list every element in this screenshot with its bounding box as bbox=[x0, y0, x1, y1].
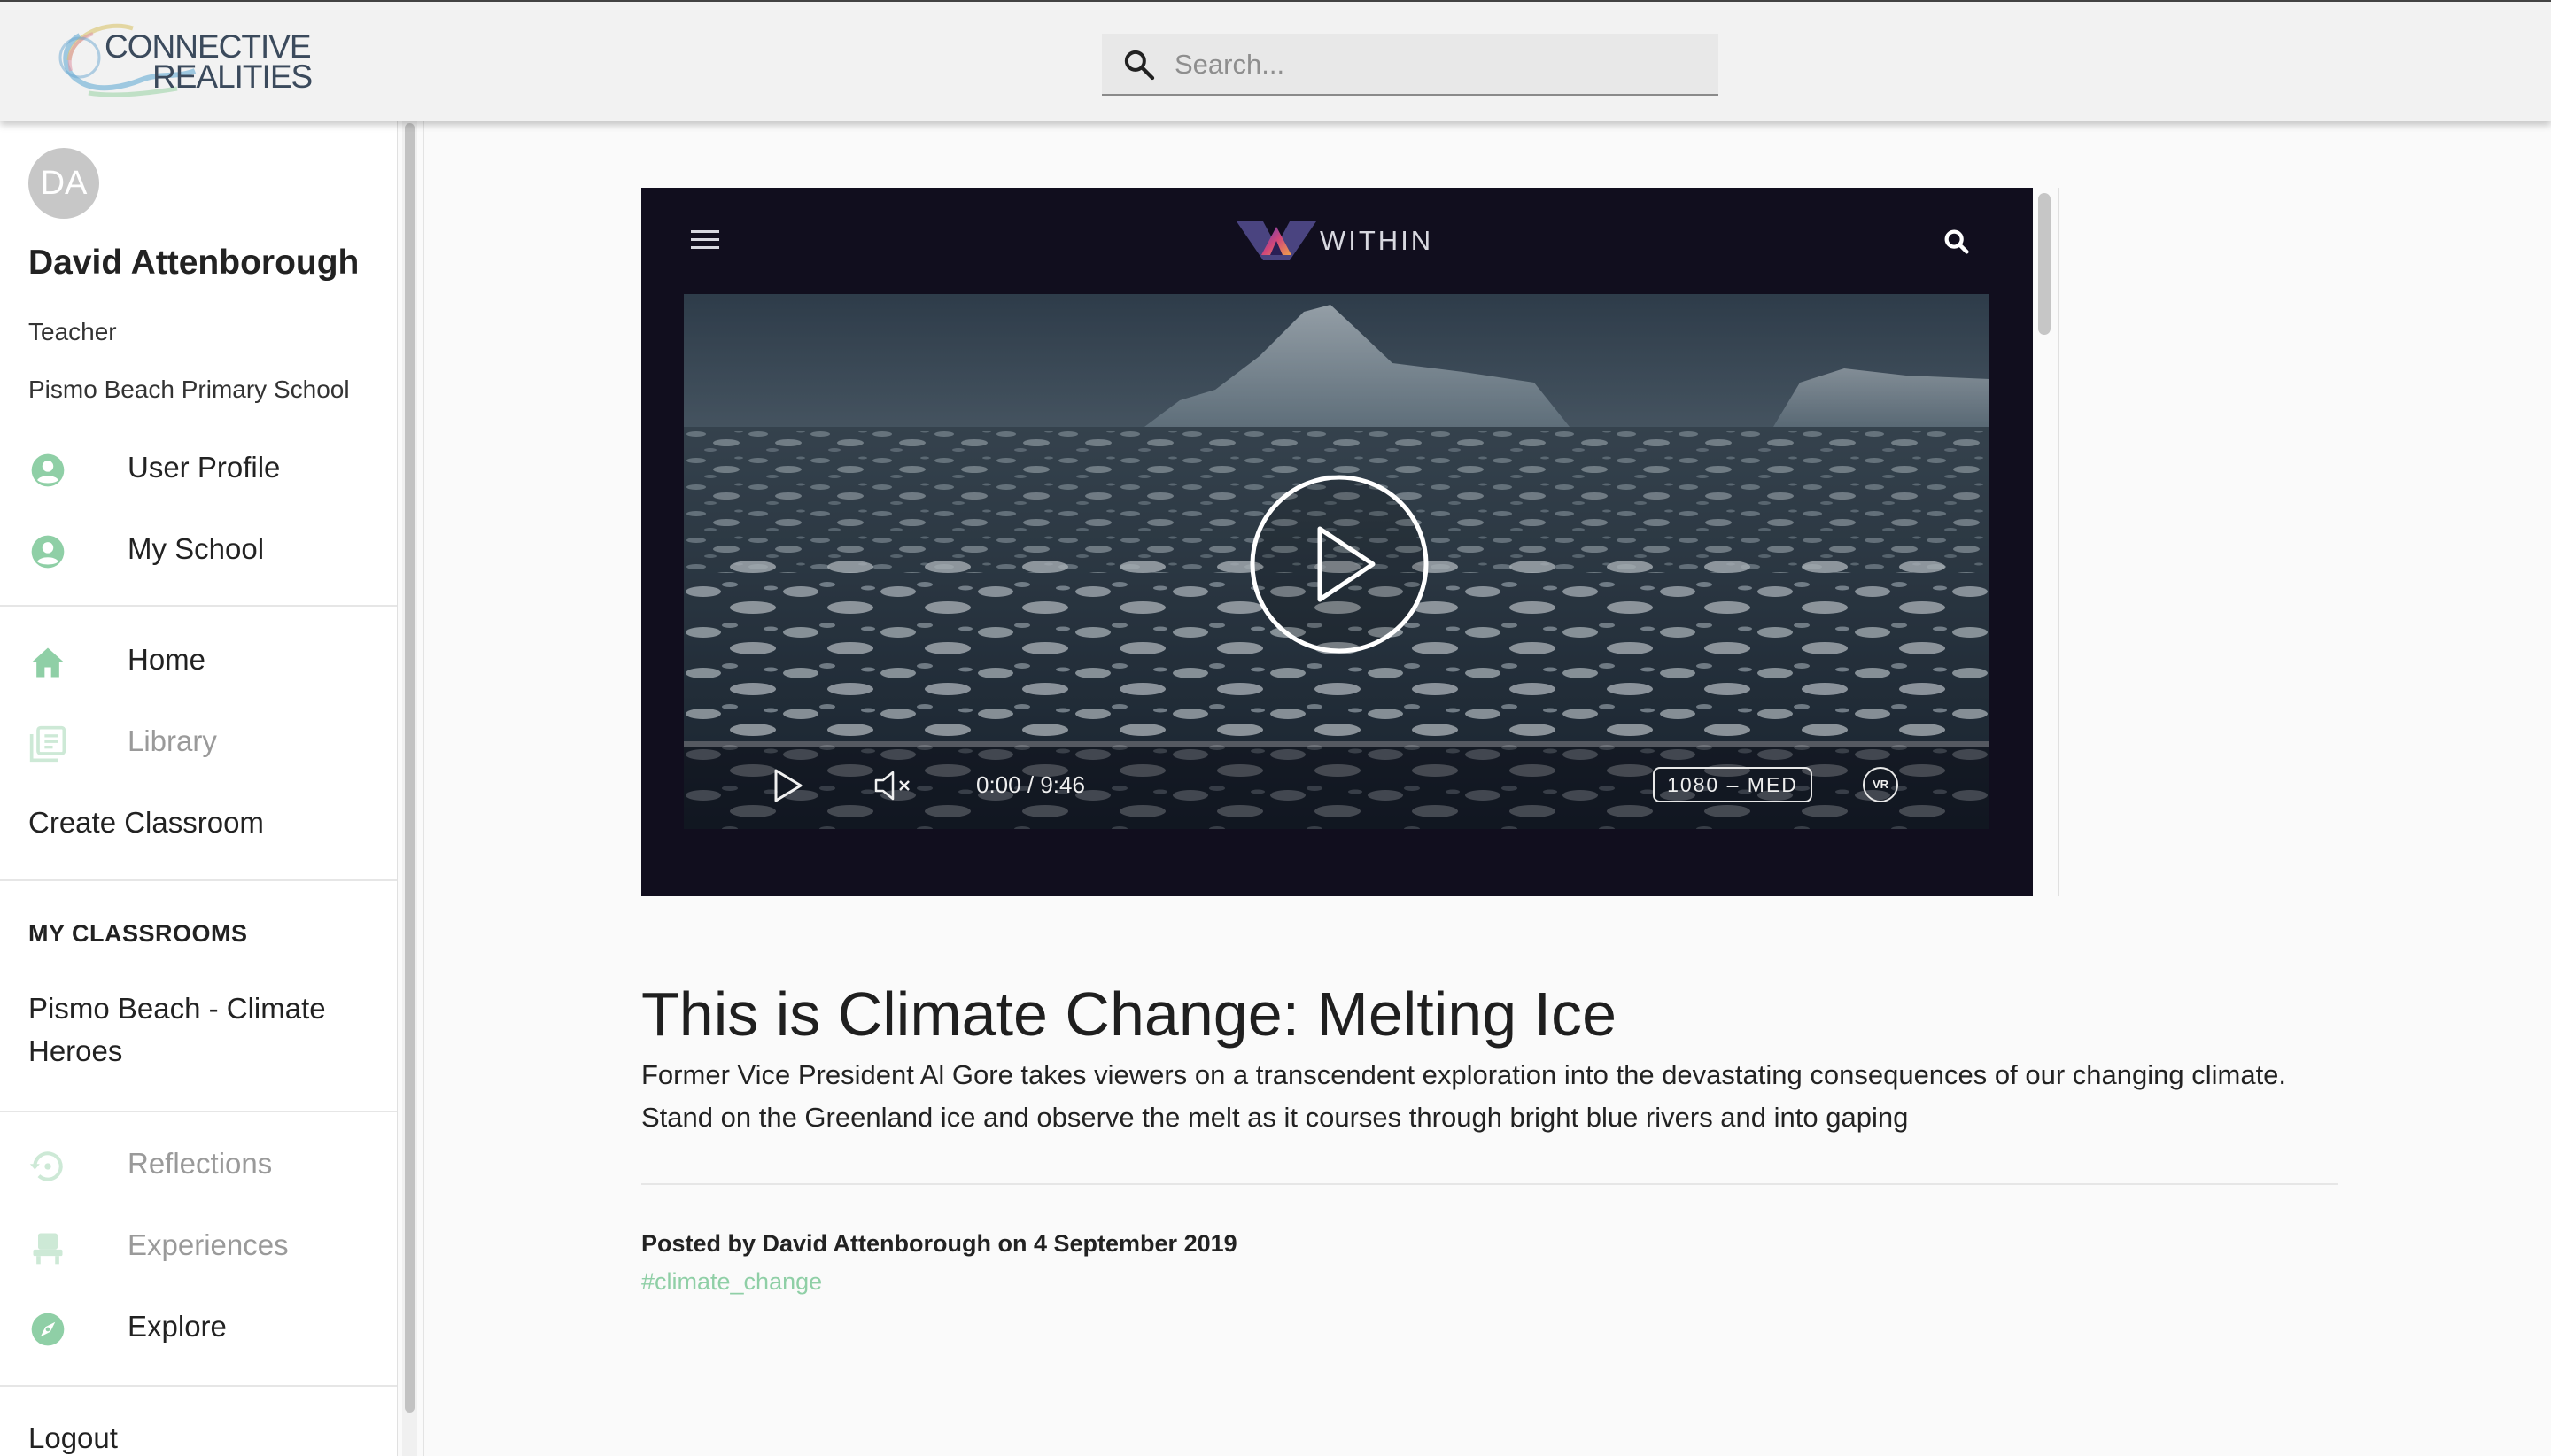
player-search-icon[interactable] bbox=[1942, 227, 1972, 257]
vr-button[interactable]: VR bbox=[1863, 767, 1898, 802]
sidebar-item-label: Logout bbox=[28, 1421, 118, 1454]
avatar[interactable]: DA bbox=[28, 148, 99, 219]
player-scrollbar-thumb[interactable] bbox=[2038, 193, 2051, 335]
sidebar-item-library[interactable]: Library bbox=[0, 707, 397, 778]
sidebar-scrollbar-thumb[interactable] bbox=[405, 123, 415, 1413]
hashtag-link[interactable]: #climate_change bbox=[641, 1268, 822, 1296]
seat-icon bbox=[33, 1233, 63, 1265]
logo-line-2: REALITIES bbox=[152, 58, 313, 95]
sidebar-item-logout[interactable]: Logout bbox=[0, 1404, 397, 1456]
library-icon bbox=[29, 725, 66, 763]
mute-icon[interactable] bbox=[873, 770, 916, 802]
sidebar-item-label: Create Classroom bbox=[28, 806, 264, 839]
big-play-button[interactable] bbox=[1249, 474, 1430, 654]
video-controls: 0:00 / 9:46 1080 – MED VR bbox=[684, 741, 1989, 829]
sidebar-divider bbox=[0, 879, 397, 881]
quality-button[interactable]: 1080 – MED bbox=[1653, 767, 1812, 802]
account-circle-icon bbox=[31, 453, 65, 487]
sidebar-divider bbox=[0, 1111, 397, 1112]
sidebar-item-home[interactable]: Home bbox=[0, 625, 397, 696]
sidebar-item-label: Explore bbox=[128, 1310, 227, 1343]
video-progress-bar[interactable] bbox=[684, 741, 1989, 747]
sidebar-item-label: Experiences bbox=[128, 1228, 289, 1261]
user-role: Teacher bbox=[28, 318, 117, 345]
account-circle-icon bbox=[31, 535, 65, 569]
experience-title: This is Climate Change: Melting Ice bbox=[641, 979, 1617, 1049]
within-brand: WITHIN bbox=[1320, 225, 1434, 256]
posted-by: Posted by David Attenborough on 4 Septem… bbox=[641, 1230, 1237, 1257]
sidebar-item-explore[interactable]: Explore bbox=[0, 1292, 397, 1363]
history-icon bbox=[29, 1151, 63, 1181]
search-bar[interactable] bbox=[1102, 34, 1718, 96]
sidebar-item-label: Library bbox=[128, 724, 217, 757]
experience-description: Former Vice President Al Gore takes view… bbox=[641, 1059, 2287, 1133]
logo-line-1: CONNECTIVE bbox=[105, 28, 312, 65]
compass-icon bbox=[31, 1313, 65, 1346]
main-divider-line bbox=[423, 121, 424, 1456]
play-icon[interactable] bbox=[772, 768, 804, 803]
content-divider bbox=[641, 1183, 2338, 1185]
sidebar-item-experiences[interactable]: Experiences bbox=[0, 1211, 397, 1282]
duration: 9:46 bbox=[1040, 771, 1085, 798]
sidebar-item-reflections[interactable]: Reflections bbox=[0, 1129, 397, 1200]
sidebar-item-label: Reflections bbox=[128, 1147, 273, 1180]
time-separator: / bbox=[1027, 771, 1035, 798]
menu-icon[interactable] bbox=[691, 228, 719, 252]
connective-realities-logo[interactable]: CONNECTIVE REALITIES bbox=[44, 9, 313, 108]
search-icon bbox=[1124, 50, 1155, 81]
sidebar-item-my-school[interactable]: My School bbox=[0, 515, 397, 585]
sidebar-scrollbar[interactable] bbox=[402, 121, 417, 1456]
time-display: 0:00 / 9:46 bbox=[976, 771, 1085, 799]
classrooms-heading: MY CLASSROOMS bbox=[28, 920, 248, 947]
sidebar-divider bbox=[0, 1385, 397, 1387]
user-name: David Attenborough bbox=[28, 244, 360, 282]
sidebar-item-label: Home bbox=[128, 643, 206, 676]
current-time: 0:00 bbox=[976, 771, 1021, 798]
within-logo-icon[interactable] bbox=[1237, 220, 1316, 262]
sidebar: DA David Attenborough Teacher Pismo Beac… bbox=[0, 121, 398, 1456]
player-scrollbar[interactable] bbox=[2035, 188, 2059, 896]
sidebar-divider bbox=[0, 605, 397, 607]
sidebar-item-user-profile[interactable]: User Profile bbox=[0, 433, 397, 504]
top-app-bar: CONNECTIVE REALITIES bbox=[0, 0, 2551, 121]
sidebar-item-label: My School bbox=[128, 532, 265, 565]
search-input[interactable] bbox=[1173, 34, 1708, 96]
home-icon bbox=[31, 647, 65, 678]
sidebar-item-label: User Profile bbox=[128, 451, 281, 484]
user-school: Pismo Beach Primary School bbox=[28, 376, 350, 403]
logo-wordmark: CONNECTIVE REALITIES bbox=[105, 28, 313, 95]
classroom-link[interactable]: Pismo Beach - Climate Heroes bbox=[28, 987, 374, 1073]
sidebar-item-create-classroom[interactable]: Create Classroom bbox=[0, 788, 397, 859]
